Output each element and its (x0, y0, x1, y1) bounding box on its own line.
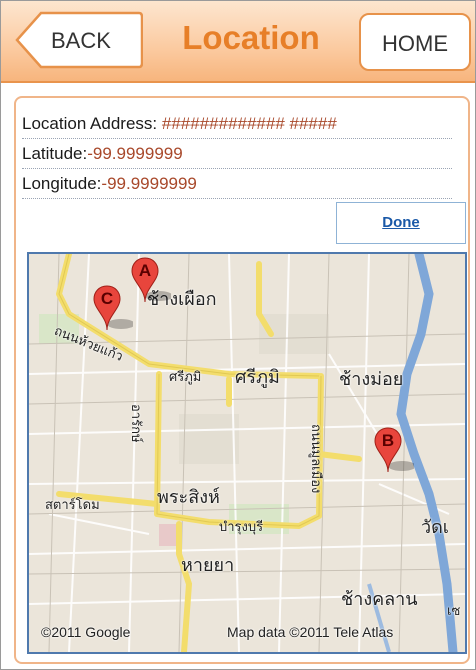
map-label-wiang: เซ (447, 604, 461, 619)
home-button[interactable]: HOME (359, 13, 471, 71)
map-label-chang-moi: ช้างม่อย (339, 369, 404, 390)
done-button[interactable]: Done (336, 202, 466, 244)
map-label-hai-ya: หายยา (181, 555, 235, 576)
address-value: ############# ##### (161, 114, 337, 133)
latitude-row: Latitude:-99.9999999 (22, 140, 452, 169)
map-label-bamrung-buri: บำรุงบุรี (219, 520, 264, 535)
longitude-value: -99.9999999 (101, 174, 197, 193)
map-attribution-google: ©2011 Google (41, 624, 131, 640)
longitude-label: Longitude: (22, 174, 102, 193)
longitude-row: Longitude:-99.9999999 (22, 170, 452, 199)
map-label-sriphum-small: ศรีภูมิ (169, 370, 202, 385)
map-marker-a-label: A (138, 261, 152, 280)
header-bar: BACK Location HOME (1, 1, 475, 83)
map-label-stadium: สตาร์โดม (45, 498, 100, 513)
map-label-sriphum: ศรีภูมิ (235, 367, 280, 388)
map-label-arak: อารักษ์ (128, 404, 143, 443)
latitude-value: -99.9999999 (87, 144, 183, 163)
back-button-label: BACK (51, 28, 111, 53)
map-label-wat-ket: วัดเ (421, 517, 449, 538)
map-label-mun-mueang: ถนนมูลเมือง (308, 424, 323, 494)
map-marker-b[interactable]: B (374, 426, 414, 476)
map-marker-c[interactable]: C (93, 284, 133, 334)
map-marker-b-label: B (381, 431, 395, 450)
map-marker-c-label: C (100, 289, 114, 308)
done-button-label: Done (382, 214, 420, 231)
map-view[interactable]: ช้างเผือก ถนนห้วยแก้ว ศรีภูมิ ศรีภูมิ ช้… (27, 252, 467, 654)
page-title: Location (182, 19, 320, 56)
map-attribution-data: Map data ©2011 Tele Atlas (227, 624, 394, 640)
address-row: Location Address: ############# ##### (22, 110, 452, 139)
map-label-phra-sing: พระสิงห์ (157, 487, 220, 508)
latitude-label: Latitude: (22, 144, 88, 163)
back-button[interactable]: BACK (15, 11, 143, 69)
map-marker-a[interactable]: A (131, 256, 171, 306)
home-button-label: HOME (382, 31, 448, 56)
address-label: Location Address: (22, 114, 158, 133)
map-label-chang-khlan: ช้างคลาน (341, 589, 418, 610)
